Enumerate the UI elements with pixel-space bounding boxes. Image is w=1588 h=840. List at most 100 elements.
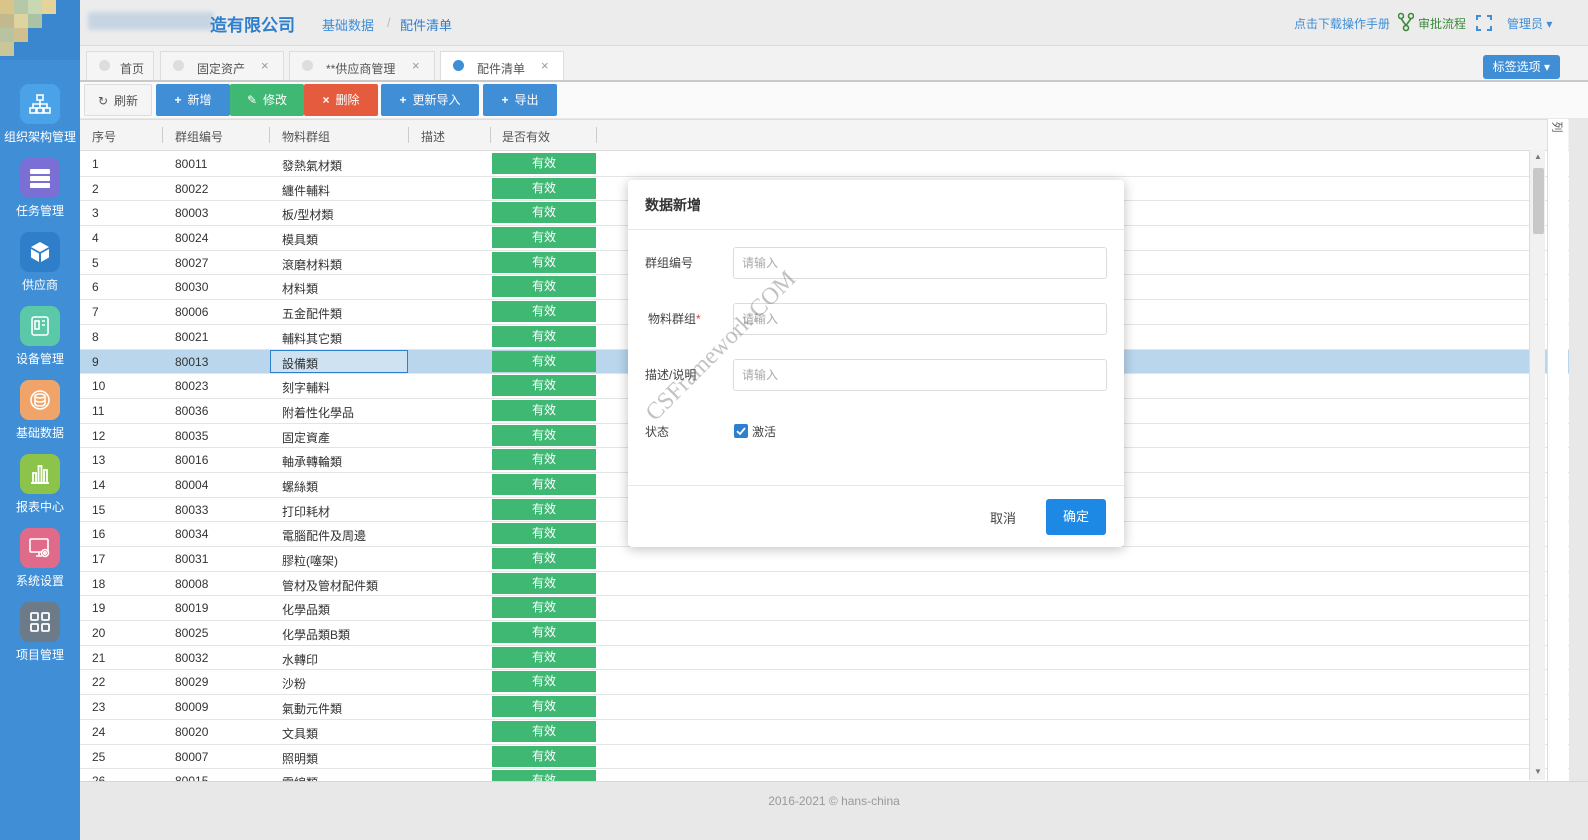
sidebar-item-0[interactable]: 组织架构管理	[0, 84, 80, 158]
caret-down-icon: ▾	[1546, 17, 1553, 31]
download-manual-link[interactable]: 点击下载操作手册	[1294, 15, 1390, 32]
edit-button[interactable]: ✎ 修改	[230, 84, 304, 116]
sidebar-item-1[interactable]: 任务管理	[0, 158, 80, 232]
table-row[interactable]: 1 80011 發熱氣材類 有效	[80, 152, 1569, 177]
status-badge: 有效	[492, 350, 596, 372]
cell-code: 80003	[175, 206, 209, 221]
tag-options-button[interactable]: 标签选项 ▾	[1482, 55, 1560, 79]
tab-label: 配件清单	[477, 62, 526, 76]
status-badge: 有效	[492, 671, 596, 693]
update-import-button[interactable]: + 更新导入	[381, 84, 479, 116]
cell-no: 17	[92, 552, 106, 566]
cell-no: 4	[92, 231, 99, 246]
table-row[interactable]: 21 80032 水轉印 有效	[80, 646, 1569, 671]
scrollbar-thumb[interactable]	[1533, 168, 1544, 234]
table-row[interactable]: 23 80009 氣動元件類 有效	[80, 695, 1569, 720]
col-header-status[interactable]: 是否有效	[502, 128, 550, 145]
add-button[interactable]: + 新增	[156, 84, 230, 116]
table-row[interactable]: 24 80020 文具類 有效	[80, 720, 1569, 745]
cell-no: 9	[92, 354, 99, 369]
cell-no: 18	[92, 576, 106, 591]
refresh-button[interactable]: ↻ 刷新	[84, 84, 152, 116]
copyright: 2016-2021 © hans-china	[768, 794, 900, 808]
cell-no: 2	[92, 181, 99, 196]
status-badge: 有效	[492, 696, 596, 718]
user-menu[interactable]: 管理员 ▾	[1507, 15, 1552, 32]
material-group-input[interactable]	[733, 303, 1107, 335]
table-row[interactable]: 22 80029 沙粉 有效	[80, 670, 1569, 696]
table-row[interactable]: 26 80015 電線類 有效	[80, 769, 1569, 781]
cell-group: 軸承轉輪類	[282, 455, 343, 470]
cell-group: 滾磨材料類	[282, 257, 343, 272]
column-chooser-panel[interactable]: 列	[1547, 119, 1568, 781]
sidebar-item-7[interactable]: 项目管理	[0, 602, 80, 676]
confirm-button[interactable]: 确定	[1046, 499, 1106, 535]
tab-parts-list[interactable]: 配件清单 ×	[440, 51, 564, 80]
cell-group: 文具類	[282, 726, 319, 741]
status-badge: 有效	[492, 548, 596, 569]
cell-group: 化學品類	[282, 603, 331, 618]
status-badge: 有效	[492, 177, 596, 199]
tab-home[interactable]: 首页	[86, 51, 154, 80]
table-row[interactable]: 20 80025 化學品類B類 有效	[80, 621, 1569, 646]
col-divider[interactable]	[408, 127, 409, 143]
active-checkbox-label[interactable]: 激活	[752, 423, 776, 440]
field-label-group: 物料群组*	[648, 310, 701, 327]
cell-group: 氣動元件類	[282, 702, 343, 717]
col-header-desc[interactable]: 描述	[421, 128, 445, 145]
scroll-up-icon[interactable]: ▲	[1534, 152, 1542, 161]
col-header-code[interactable]: 群组编号	[175, 128, 223, 145]
description-input[interactable]	[733, 359, 1107, 391]
cell-code: 80020	[175, 724, 209, 739]
table-row[interactable]: 17 80031 膠粒(噻架) 有效	[80, 547, 1569, 572]
cell-group: 電腦配件及周邊	[282, 529, 367, 544]
breadcrumb-basic-data[interactable]: 基础数据	[322, 15, 374, 34]
field-label-code: 群组编号	[645, 256, 694, 270]
cell-code: 80032	[175, 650, 209, 665]
cell-no: 22	[92, 675, 106, 690]
cell-no: 5	[92, 255, 99, 270]
table-row[interactable]: 19 80019 化學品類 有效	[80, 596, 1569, 622]
fullscreen-icon[interactable]	[1476, 15, 1492, 34]
close-icon[interactable]: ×	[261, 58, 269, 73]
cell-group: 附着性化學品	[282, 405, 355, 420]
sidebar-item-label: 组织架构管理	[3, 130, 76, 144]
status-badge: 有效	[492, 473, 596, 495]
status-badge: 有效	[492, 646, 596, 668]
grid-icon	[20, 602, 60, 642]
sidebar-item-2[interactable]: 供应商	[0, 232, 80, 306]
cell-group: 沙粉	[282, 677, 307, 692]
company-name: 造有限公司	[210, 16, 295, 35]
col-header-no[interactable]: 序号	[92, 128, 116, 145]
vertical-scrollbar[interactable]: ▲ ▼	[1529, 150, 1545, 780]
col-divider[interactable]	[596, 127, 597, 143]
sidebar-item-4[interactable]: 基础数据	[0, 380, 80, 454]
table-row[interactable]: 25 80007 照明類 有效	[80, 745, 1569, 770]
cancel-button[interactable]: 取消	[990, 508, 1016, 527]
delete-button[interactable]: × 删除	[304, 84, 378, 116]
close-icon[interactable]: ×	[541, 58, 549, 73]
tab-fixed-assets[interactable]: 固定资产 ×	[160, 51, 284, 80]
status-badge: 有效	[492, 622, 596, 644]
close-icon[interactable]: ×	[412, 58, 420, 73]
field-label-status: 状态	[645, 425, 670, 439]
sidebar-item-5[interactable]: 报表中心	[0, 454, 80, 528]
approval-workflow-link[interactable]: 审批流程	[1418, 15, 1466, 32]
table-row[interactable]: 18 80008 管材及管材配件類 有效	[80, 572, 1569, 597]
export-button[interactable]: + 导出	[483, 84, 557, 116]
cell-no: 15	[92, 502, 106, 517]
sidebar-item-3[interactable]: 设备管理	[0, 306, 80, 380]
cell-code: 80023	[175, 379, 209, 394]
col-divider[interactable]	[162, 127, 163, 143]
sidebar-item-6[interactable]: 系统设置	[0, 528, 80, 602]
active-checkbox[interactable]	[734, 424, 748, 438]
col-divider[interactable]	[269, 127, 270, 143]
tab-supplier-management[interactable]: **供应商管理 ×	[289, 51, 435, 80]
status-badge: 有效	[492, 227, 596, 249]
col-header-group[interactable]: 物料群组	[282, 128, 330, 145]
col-divider[interactable]	[490, 127, 491, 143]
cell-group: 螺絲類	[282, 479, 319, 494]
toolbar: ↻ 刷新 + 新增 ✎ 修改 × 删除 + 更新导入 + 导出	[80, 82, 1588, 118]
cell-group: 發熱氣材類	[282, 159, 343, 173]
scroll-down-icon[interactable]: ▼	[1534, 767, 1542, 776]
